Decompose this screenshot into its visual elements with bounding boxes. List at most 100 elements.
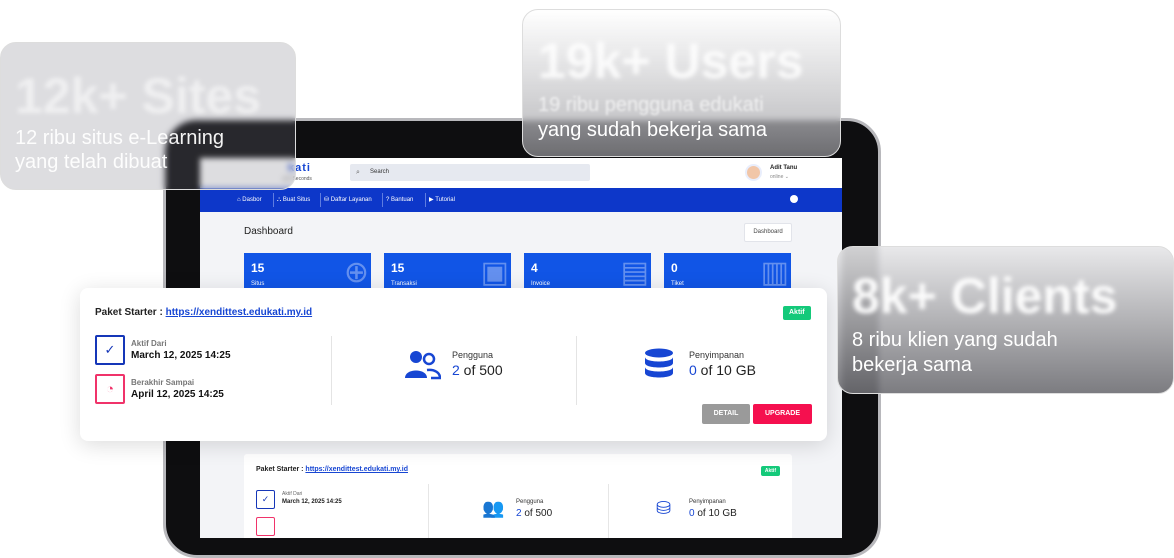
storage-value: 0 of 10 GB <box>689 508 737 519</box>
users-value: 2 of 500 <box>516 508 552 519</box>
nav-item-buat-situs[interactable]: ⛬ Buat Situs <box>277 188 310 212</box>
nav-item-bantuan[interactable]: ? Bantuan <box>386 188 413 212</box>
top-bar: kati g in Seconds ⌕ Search Adit Tanu onl… <box>200 158 842 188</box>
stat-value: 4 <box>531 261 538 275</box>
users-label: Pengguna <box>516 499 544 505</box>
bubble-line: 8 ribu klien yang sudah <box>852 329 1058 351</box>
scroll-top-icon[interactable] <box>790 195 798 203</box>
document-icon: ▤ <box>620 256 649 289</box>
stat-card-tiket[interactable]: 0 Tiket ▥ <box>664 253 791 293</box>
stat-bubble-sites: 12k+ Sites 12 ribu situs e-Learning yang… <box>0 42 296 190</box>
video-icon: ▶ <box>429 197 434 203</box>
bubble-headline: 8k+ Clients <box>852 268 1118 324</box>
stat-card-invoice[interactable]: 4 Invoice ▤ <box>524 253 651 293</box>
bubble-line: yang sudah bekerja sama <box>538 119 768 141</box>
nav-divider <box>320 193 321 207</box>
storage-label: Penyimpanan <box>689 499 726 505</box>
package-title-prefix: Paket Starter : <box>256 466 306 473</box>
nav-label: Bantuan <box>391 197 414 203</box>
active-from-value: March 12, 2025 14:25 <box>282 499 342 505</box>
package-title: Paket Starter : https://xendittest.eduka… <box>95 307 312 318</box>
stat-value: 0 <box>671 261 678 275</box>
divider <box>428 484 429 538</box>
users-total: of 500 <box>521 508 553 519</box>
divider <box>331 336 332 405</box>
nav-divider <box>273 193 274 207</box>
page-title: Dashboard <box>244 226 293 237</box>
package-title: Paket Starter : https://xendittest.eduka… <box>256 466 408 473</box>
detail-button[interactable]: DETAIL <box>702 404 750 424</box>
stat-label: Tiket <box>671 281 684 287</box>
database-icon: ⛁ <box>324 197 330 203</box>
bubble-line: 19 ribu pengguna edukati <box>538 94 764 116</box>
users-icon <box>405 351 441 380</box>
ticket-icon: ▥ <box>760 256 789 289</box>
package-url-link[interactable]: https://xendittest.edukati.my.id <box>166 307 313 318</box>
storage-total: of 10 GB <box>696 362 756 378</box>
nav-label: Tutorial <box>435 197 455 203</box>
user-name[interactable]: Adit Tanu <box>770 165 797 171</box>
upgrade-button[interactable]: UPGRADE <box>753 404 812 424</box>
stat-label: Transaksi <box>391 281 417 287</box>
search-icon: ⌕ <box>356 169 360 176</box>
package-url-link[interactable]: https://xendittest.edukati.my.id <box>305 466 408 473</box>
stat-value: 15 <box>251 261 265 275</box>
status-badge: Aktif <box>783 306 811 320</box>
package-title-prefix: Paket Starter : <box>95 307 166 318</box>
bubble-line: bekerja sama <box>852 354 973 376</box>
nav-item-daftar-layanan[interactable]: ⛁ Daftar Layanan <box>324 188 372 212</box>
nav-label: Dasbor <box>242 197 262 203</box>
stat-card-transaksi[interactable]: 15 Transaksi ▣ <box>384 253 511 293</box>
stat-bubble-users: 19k+ Users 19 ribu pengguna edukati yang… <box>522 9 841 157</box>
nav-item-dasbor[interactable]: ⌂ Dasbor <box>237 188 262 212</box>
nav-item-tutorial[interactable]: ▶ Tutorial <box>429 188 455 212</box>
avatar[interactable] <box>745 164 762 181</box>
users-label: Pengguna <box>452 350 494 360</box>
package-card: Paket Starter : https://xendittest.eduka… <box>80 288 827 441</box>
bubble-headline: 12k+ Sites <box>15 68 262 124</box>
storage-label: Penyimpanan <box>689 350 745 360</box>
nav-label: Daftar Layanan <box>330 197 372 203</box>
nav-bar: ⌂ Dasbor ⛬ Buat Situs ⛁ Daftar Layanan ?… <box>200 188 842 212</box>
stat-label: Invoice <box>531 281 551 287</box>
search-input[interactable]: ⌕ Search <box>350 164 590 181</box>
nav-divider <box>425 193 426 207</box>
users-total: of 500 <box>459 362 503 378</box>
users-value: 2 of 500 <box>452 362 503 378</box>
expires-value: April 12, 2025 14:25 <box>131 389 224 400</box>
money-icon: ▣ <box>480 256 509 289</box>
package-card-background: Paket Starter : https://xendittest.eduka… <box>244 454 792 538</box>
globe-icon: ⊕ <box>343 256 369 289</box>
storage-total: of 10 GB <box>694 508 737 519</box>
storage-current: 0 <box>689 362 697 378</box>
calendar-check-icon: ✓ <box>95 335 125 365</box>
divider <box>576 336 577 405</box>
stat-label: Situs <box>251 281 265 287</box>
active-from-label: Aktif Dari <box>282 491 303 497</box>
search-placeholder: Search <box>370 169 390 175</box>
database-icon <box>645 348 673 378</box>
database-icon: ⛁ <box>656 498 672 518</box>
users-icon: 👥 <box>482 498 505 518</box>
users-current: 2 <box>452 362 460 378</box>
nav-label: Buat Situs <box>282 197 311 203</box>
divider <box>608 484 609 538</box>
nav-divider <box>382 193 383 207</box>
bubble-line: 12 ribu situs e-Learning <box>15 127 225 149</box>
stat-card-situs[interactable]: 15 Situs ⊕ <box>244 253 371 293</box>
bubble-headline: 19k+ Users <box>538 33 804 89</box>
storage-value: 0 of 10 GB <box>689 362 756 378</box>
user-status[interactable]: online ⌄ <box>770 174 789 180</box>
home-icon: ⌂ <box>237 197 241 203</box>
sitemap-icon: ⛬ <box>277 197 282 203</box>
breadcrumb[interactable]: Dashboard <box>744 223 792 242</box>
status-badge: Aktif <box>760 466 780 476</box>
calendar-check-icon: ✓ <box>256 490 275 509</box>
stat-value: 15 <box>391 261 405 275</box>
stat-bubble-clients: 8k+ Clients 8 ribu klien yang sudah beke… <box>837 246 1174 394</box>
expires-label: Berakhir Sampai <box>131 378 195 387</box>
bubble-line: yang telah dibuat <box>15 151 168 173</box>
timer-icon: ◔ <box>95 374 125 404</box>
help-icon: ? <box>386 197 390 203</box>
active-from-value: March 12, 2025 14:25 <box>131 350 231 361</box>
